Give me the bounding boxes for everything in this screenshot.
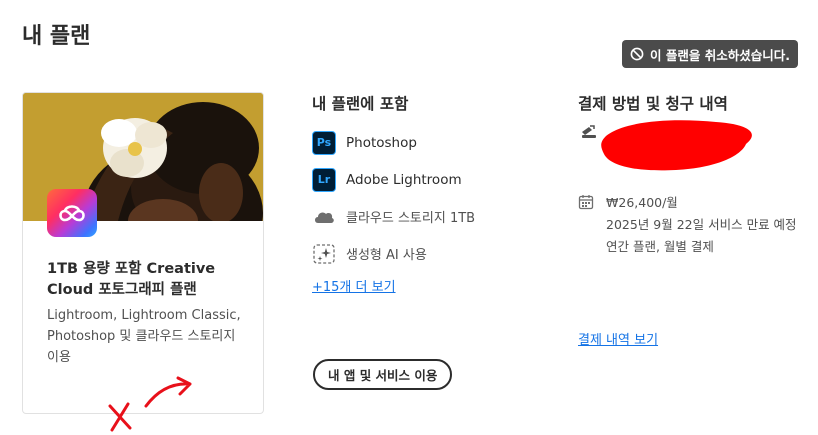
sparkle-icon — [312, 242, 336, 266]
photoshop-icon: Ps — [312, 130, 336, 155]
page-title: 내 플랜 — [22, 24, 91, 49]
plan-includes-section: 내 플랜에 포함 Ps Photoshop Lr Adobe Lightroom… — [312, 92, 542, 295]
plan-includes-heading: 내 플랜에 포함 — [312, 95, 409, 113]
plan-name: 1TB 용량 포함 Creative Cloud 포토그래피 플랜 — [47, 261, 216, 298]
app-label: 클라우드 스토리지 1TB — [346, 211, 476, 226]
list-item: 생성형 AI 사용 — [312, 235, 542, 272]
status-badge-label: 이 플랜을 취소하셨습니다. — [650, 47, 790, 63]
billing-section: 결제 방법 및 청구 내역 ₩26,400/월 2025년 9월 22일 서비스… — [578, 92, 808, 348]
creative-cloud-icon — [47, 189, 97, 237]
prohibited-icon — [630, 47, 644, 61]
plan-type: 연간 플랜, 월별 결제 — [606, 239, 714, 254]
lightroom-icon: Lr — [312, 167, 336, 192]
status-badge: 이 플랜을 취소하셨습니다. — [622, 40, 798, 68]
my-apps-services-button[interactable]: 내 앱 및 서비스 이용 — [313, 359, 453, 390]
billing-details: ₩26,400/월 2025년 9월 22일 서비스 만료 예정 연간 플랜, … — [578, 192, 802, 258]
list-item: Lr Adobe Lightroom — [312, 161, 542, 198]
view-more-link[interactable]: +15개 더 보기 — [312, 276, 396, 295]
app-label: Photoshop — [346, 134, 417, 151]
billing-heading: 결제 방법 및 청구 내역 — [578, 95, 728, 113]
plan-description: Lightroom, Lightroom Classic, Photoshop … — [47, 308, 241, 365]
list-item: 클라우드 스토리지 1TB — [312, 198, 542, 235]
list-item: Ps Photoshop — [312, 124, 542, 161]
app-label: Adobe Lightroom — [346, 171, 462, 188]
payment-method-row — [578, 120, 798, 174]
billing-history-link[interactable]: 결제 내역 보기 — [578, 329, 658, 348]
cloud-icon — [312, 205, 336, 229]
plan-card[interactable]: 1TB 용량 포함 Creative Cloud 포토그래피 플랜 Lightr… — [22, 92, 264, 414]
app-label: 생성형 AI 사용 — [346, 248, 427, 263]
price: ₩26,400/월 — [606, 195, 678, 210]
plan-includes-list: Ps Photoshop Lr Adobe Lightroom 클라우드 스토리… — [312, 124, 542, 272]
redacted-payment-info — [596, 116, 756, 178]
calendar-icon — [578, 194, 594, 258]
service-end-date: 2025년 9월 22일 서비스 만료 예정 — [606, 217, 797, 232]
scribble-annotation — [104, 376, 200, 435]
